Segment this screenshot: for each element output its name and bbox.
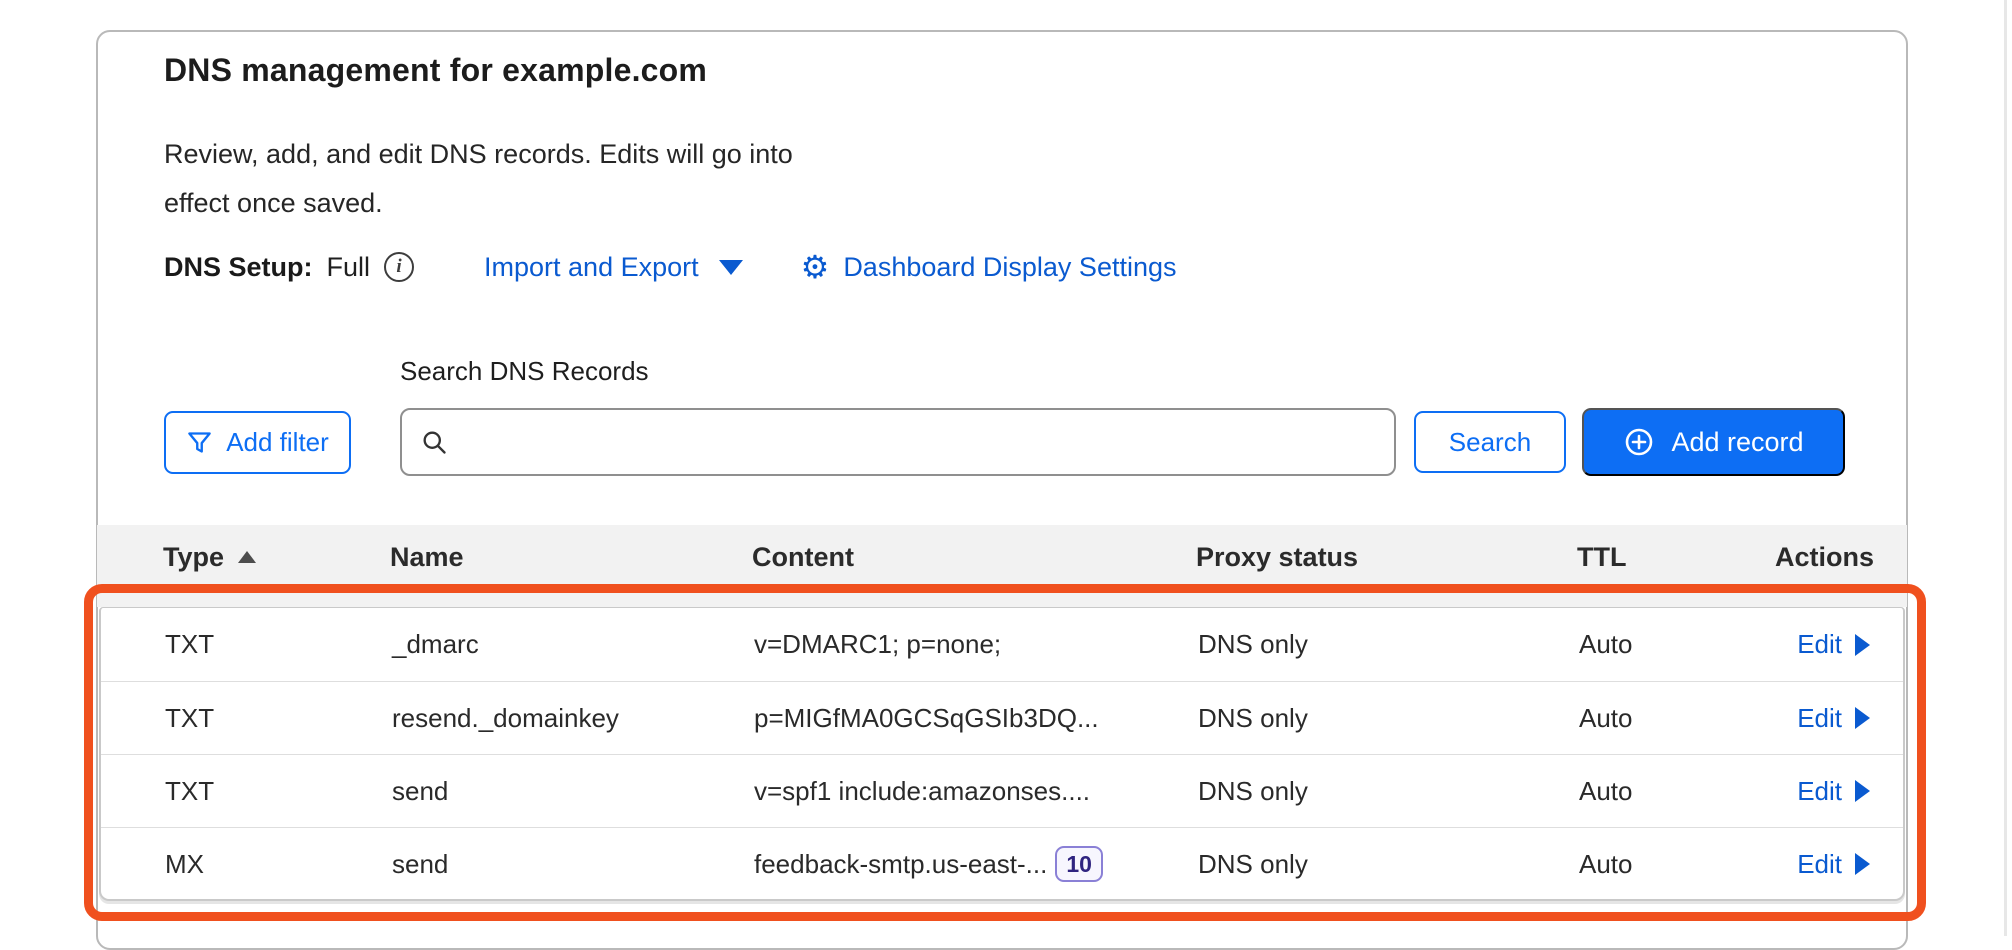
cell-type: TXT — [165, 629, 392, 660]
cell-content: v=spf1 include:amazonses.... — [754, 776, 1198, 807]
column-header-ttl[interactable]: TTL — [1577, 542, 1765, 607]
page-title-prefix: DNS management for — [164, 52, 502, 88]
plus-circle-icon — [1623, 426, 1655, 458]
table-header-row: Type Name Content Proxy status TTL Actio… — [97, 525, 1907, 607]
search-button-label: Search — [1449, 427, 1531, 458]
cell-ttl: Auto — [1579, 703, 1767, 734]
table-row: TXT send v=spf1 include:amazonses.... DN… — [101, 754, 1903, 827]
cell-name: send — [392, 849, 754, 880]
cell-type: TXT — [165, 776, 392, 807]
cell-type: MX — [165, 849, 392, 880]
edit-record-link[interactable]: Edit — [1767, 849, 1870, 880]
edit-record-link[interactable]: Edit — [1767, 703, 1870, 734]
cell-content: p=MIGfMA0GCSqGSIb3DQ... — [754, 703, 1198, 734]
add-record-button[interactable]: Add record — [1582, 408, 1845, 476]
dns-records-table: TXT _dmarc v=DMARC1; p=none; DNS only Au… — [99, 607, 1905, 901]
viewport-edge-divider — [2004, 0, 2007, 936]
column-header-proxy-status[interactable]: Proxy status — [1196, 542, 1577, 607]
cell-name: _dmarc — [392, 629, 754, 660]
cell-type: TXT — [165, 703, 392, 734]
chevron-down-icon — [719, 260, 743, 275]
table-row: TXT _dmarc v=DMARC1; p=none; DNS only Au… — [101, 608, 1903, 681]
cell-proxy-status: DNS only — [1198, 776, 1579, 807]
dashboard-display-settings-link[interactable]: Dashboard Display Settings — [843, 252, 1176, 283]
chevron-right-icon — [1855, 780, 1870, 802]
search-input[interactable] — [460, 427, 1376, 458]
sort-ascending-icon — [238, 551, 256, 563]
column-header-type[interactable]: Type — [163, 542, 390, 607]
page-subtitle: Review, add, and edit DNS records. Edits… — [164, 130, 844, 228]
cell-content: v=DMARC1; p=none; — [754, 629, 1198, 660]
page-title: DNS management for example.com — [164, 52, 707, 89]
column-header-actions: Actions — [1765, 542, 1874, 607]
import-export-label: Import and Export — [484, 252, 699, 283]
cell-name: resend._domainkey — [392, 703, 754, 734]
gear-icon: ⚙ — [801, 251, 830, 283]
dns-setup-label: DNS Setup: — [164, 252, 313, 283]
chevron-right-icon — [1855, 634, 1870, 656]
edit-label: Edit — [1797, 703, 1842, 734]
column-header-name[interactable]: Name — [390, 542, 752, 607]
chevron-right-icon — [1855, 707, 1870, 729]
cell-content: feedback-smtp.us-east-... 10 — [754, 846, 1198, 882]
column-header-content[interactable]: Content — [752, 542, 1196, 607]
edit-label: Edit — [1797, 776, 1842, 807]
chevron-right-icon — [1855, 853, 1870, 875]
edit-record-link[interactable]: Edit — [1767, 776, 1870, 807]
add-record-label: Add record — [1671, 427, 1803, 458]
dns-setup-value: Full — [327, 252, 371, 283]
import-export-link[interactable]: Import and Export — [484, 252, 743, 283]
info-circle-icon[interactable]: i — [384, 252, 414, 282]
cell-proxy-status: DNS only — [1198, 703, 1579, 734]
cell-ttl: Auto — [1579, 849, 1767, 880]
search-input-container[interactable] — [400, 408, 1396, 476]
mx-priority-badge: 10 — [1055, 846, 1103, 882]
add-filter-label: Add filter — [226, 427, 329, 458]
cell-proxy-status: DNS only — [1198, 629, 1579, 660]
page-title-domain: example.com — [502, 52, 707, 88]
edit-label: Edit — [1797, 849, 1842, 880]
table-row: MX send feedback-smtp.us-east-... 10 DNS… — [101, 827, 1903, 900]
table-row: TXT resend._domainkey p=MIGfMA0GCSqGSIb3… — [101, 681, 1903, 754]
search-button[interactable]: Search — [1414, 411, 1566, 473]
dns-setup-row: DNS Setup: Full i Import and Export ⚙ Da… — [164, 246, 1177, 288]
search-icon — [420, 428, 448, 456]
filter-funnel-icon — [186, 429, 213, 456]
edit-label: Edit — [1797, 629, 1842, 660]
add-filter-button[interactable]: Add filter — [164, 411, 351, 474]
search-dns-records-label: Search DNS Records — [400, 356, 649, 387]
cell-name: send — [392, 776, 754, 807]
cell-ttl: Auto — [1579, 629, 1767, 660]
cell-proxy-status: DNS only — [1198, 849, 1579, 880]
edit-record-link[interactable]: Edit — [1767, 629, 1870, 660]
cell-ttl: Auto — [1579, 776, 1767, 807]
